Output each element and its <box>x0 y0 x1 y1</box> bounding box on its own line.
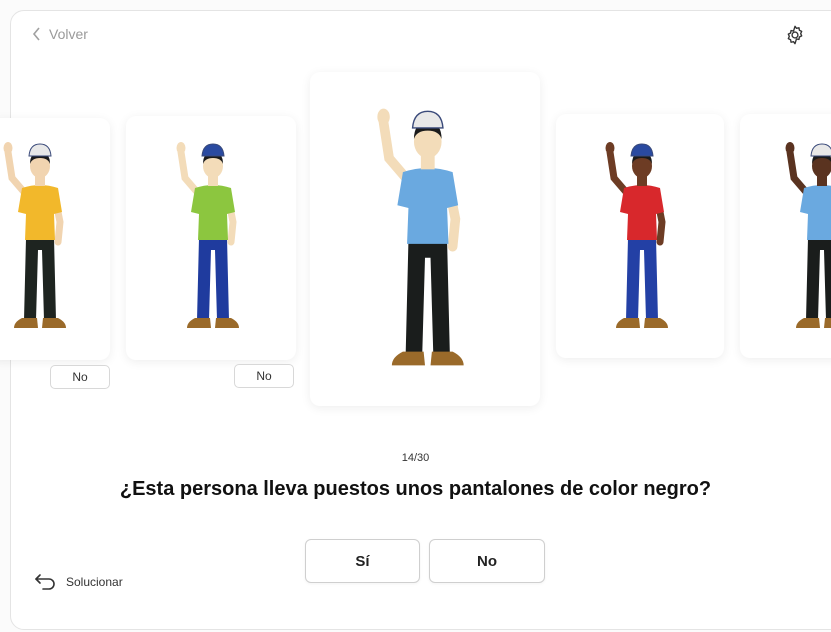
person-illustration <box>785 142 831 328</box>
card-2-answer-label: No <box>234 364 294 388</box>
question-text: ¿Esta persona lleva puestos unos pantalo… <box>119 478 712 500</box>
card-1-answer-label: No <box>50 365 110 389</box>
no-button[interactable]: No <box>429 539 545 583</box>
person-card-5[interactable] <box>740 114 831 358</box>
back-label: Volver <box>49 26 88 42</box>
person-card-current[interactable] <box>310 72 540 406</box>
undo-arrow-icon <box>35 574 55 590</box>
solve-label: Solucionar <box>66 575 123 589</box>
chevron-left-icon <box>32 27 40 41</box>
back-link[interactable]: Volver <box>32 26 88 42</box>
person-card-1[interactable] <box>0 118 110 360</box>
person-card-4[interactable] <box>556 114 724 358</box>
person-card-2[interactable] <box>126 116 296 360</box>
person-illustration <box>605 142 668 328</box>
progress-counter: 14/30 <box>401 452 430 464</box>
gear-icon[interactable] <box>784 24 806 46</box>
person-illustration <box>176 142 239 328</box>
yes-button[interactable]: Sí <box>305 539 420 583</box>
person-illustration <box>3 142 66 328</box>
solve-link[interactable]: Solucionar <box>34 572 123 592</box>
person-illustration <box>377 108 464 366</box>
